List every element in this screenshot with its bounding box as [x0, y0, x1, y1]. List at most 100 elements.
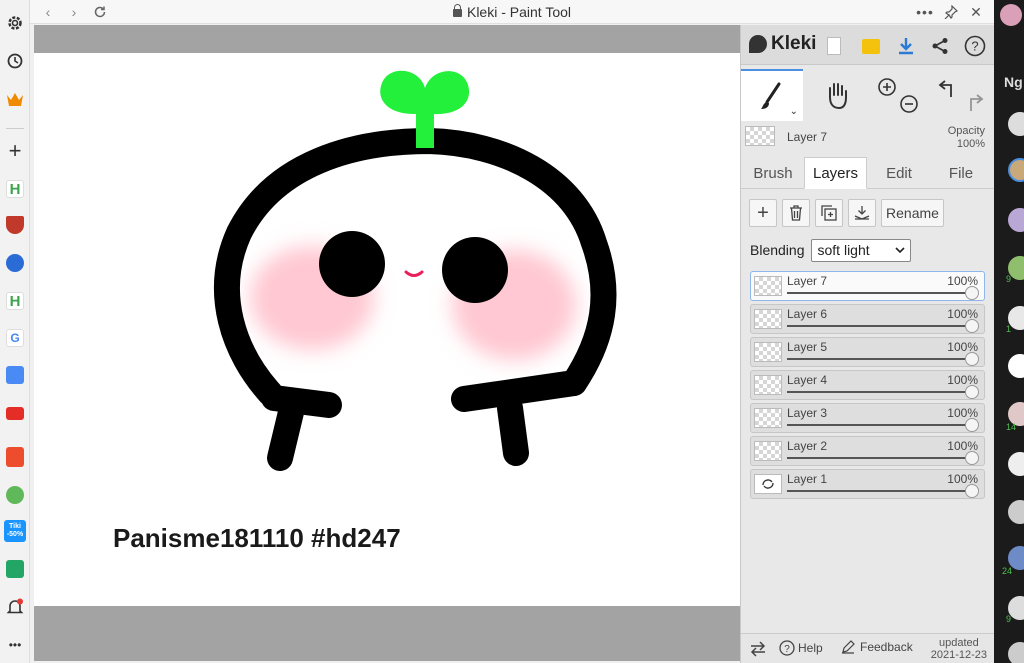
shield-app-icon[interactable]	[4, 214, 26, 236]
blending-select[interactable]: soft light	[810, 238, 911, 262]
zoom-in-icon[interactable]	[878, 78, 896, 96]
opacity-slider-handle[interactable]	[965, 352, 979, 366]
avatar[interactable]	[1000, 4, 1022, 26]
opacity-slider-track[interactable]	[787, 325, 970, 327]
side-app-strip: Ng 9 1 14 24 9	[994, 0, 1024, 663]
canvas-area[interactable]: Panisme181110 #hd247	[34, 25, 740, 661]
layer-item[interactable]: Layer 4 100%	[750, 370, 985, 400]
duplicate-icon	[821, 205, 837, 221]
layer-name: Layer 5	[787, 340, 828, 354]
tab-brush[interactable]: Brush	[745, 157, 801, 189]
help-button[interactable]: ? Help	[779, 640, 823, 656]
hand-tool[interactable]	[807, 69, 867, 121]
layer-name: Layer 6	[787, 307, 828, 321]
avatar[interactable]	[1008, 452, 1024, 476]
opacity-slider-track[interactable]	[787, 391, 970, 393]
add-layer-button[interactable]: +	[749, 199, 777, 227]
youtube-icon[interactable]	[4, 402, 26, 424]
layer-item[interactable]: Layer 7 100%	[750, 271, 985, 301]
layer-item[interactable]: Layer 2 100%	[750, 436, 985, 466]
opacity-slider-handle[interactable]	[965, 286, 979, 300]
avatar[interactable]	[1008, 208, 1024, 232]
bell-icon[interactable]	[4, 596, 26, 618]
trash-icon	[790, 205, 802, 221]
translate-icon[interactable]	[4, 364, 26, 386]
help-icon[interactable]: ?	[962, 33, 988, 59]
download-icon[interactable]	[893, 33, 919, 59]
brush-tool[interactable]: ⌄	[741, 69, 803, 121]
h-app-icon[interactable]: H	[4, 290, 26, 312]
more-options-icon[interactable]: •••	[915, 2, 935, 22]
share-icon[interactable]	[927, 33, 953, 59]
kleki-app-icon[interactable]	[4, 252, 26, 274]
add-icon[interactable]: +	[4, 138, 26, 163]
layer-name: Layer 4	[787, 373, 828, 387]
layer-item[interactable]: Layer 1 100%	[750, 469, 985, 499]
redo-icon[interactable]	[970, 94, 984, 111]
rename-layer-button[interactable]: Rename	[881, 199, 944, 227]
settings-icon[interactable]	[4, 12, 26, 34]
pin-icon[interactable]	[941, 2, 961, 22]
kleki-logo-text: Kleki	[771, 33, 817, 54]
avatar[interactable]	[1008, 112, 1024, 136]
layer-item[interactable]: Layer 6 100%	[750, 304, 985, 334]
tab-file[interactable]: File	[933, 157, 989, 189]
new-image-icon[interactable]	[821, 33, 847, 59]
drawing-canvas[interactable]: Panisme181110 #hd247	[34, 53, 740, 606]
open-folder-icon[interactable]	[858, 33, 884, 59]
opacity-slider-track[interactable]	[787, 292, 970, 294]
layer-name: Layer 7	[787, 274, 828, 288]
close-icon[interactable]: ✕	[966, 2, 986, 22]
opacity-slider-track[interactable]	[787, 457, 970, 459]
sheets-icon[interactable]	[4, 558, 26, 580]
layer-thumbnail	[754, 474, 782, 494]
opacity-slider-track[interactable]	[787, 490, 970, 492]
lock-icon	[452, 4, 462, 17]
layer-item[interactable]: Layer 5 100%	[750, 337, 985, 367]
avatar[interactable]	[1008, 500, 1024, 524]
opacity-slider-handle[interactable]	[965, 319, 979, 333]
opacity-slider-handle[interactable]	[965, 451, 979, 465]
opacity-slider-handle[interactable]	[965, 484, 979, 498]
layer-list: Layer 7 100% Layer 6 100% Layer 5 100% L…	[750, 271, 985, 502]
opacity-slider-handle[interactable]	[965, 418, 979, 432]
unread-badge: 9	[1006, 274, 1012, 284]
chevron-down-icon[interactable]: ⌄	[790, 106, 798, 117]
current-layer-name: Layer 7	[787, 130, 828, 144]
swap-icon[interactable]	[749, 641, 767, 657]
google-icon[interactable]: G	[4, 327, 26, 349]
shopee-icon[interactable]	[4, 446, 26, 468]
tiki-icon[interactable]: Tiki -50%	[4, 520, 26, 542]
opacity-slider-track[interactable]	[787, 424, 970, 426]
more-icon[interactable]: •••	[4, 634, 26, 656]
tab-edit[interactable]: Edit	[871, 157, 927, 189]
opacity-readout: Opacity 100%	[948, 125, 985, 151]
hand-icon	[829, 83, 847, 110]
current-layer-info: Layer 7 Opacity 100%	[741, 122, 995, 154]
kleki-logo: Kleki	[749, 33, 816, 55]
opacity-slider-track[interactable]	[787, 358, 970, 360]
feedback-button[interactable]: Feedback	[841, 640, 913, 654]
left-eye	[319, 231, 385, 297]
tool-panel: Kleki ? ⌄ Layer 7 Opacity 100% Brush Lay…	[740, 25, 995, 663]
avatar[interactable]	[1008, 354, 1024, 378]
updated-info: updated 2021-12-23	[931, 637, 987, 661]
layer-thumbnail	[754, 309, 782, 329]
unread-badge: 14	[1006, 422, 1017, 432]
duplicate-layer-button[interactable]	[815, 199, 843, 227]
layer-item[interactable]: Layer 3 100%	[750, 403, 985, 433]
avatar[interactable]	[1008, 158, 1024, 182]
merge-layer-button[interactable]	[848, 199, 876, 227]
opacity-slider-handle[interactable]	[965, 385, 979, 399]
svg-text:?: ?	[971, 39, 978, 54]
maps-icon[interactable]	[4, 484, 26, 506]
layer-name: Layer 1	[787, 472, 828, 486]
tab-layers[interactable]: Layers	[804, 157, 867, 189]
delete-layer-button[interactable]	[782, 199, 810, 227]
h-app-icon[interactable]: H	[4, 178, 26, 200]
undo-icon[interactable]	[938, 80, 952, 97]
history-icon[interactable]	[4, 50, 26, 72]
zoom-out-icon[interactable]	[900, 95, 918, 113]
avatar[interactable]	[1008, 642, 1024, 663]
crown-icon[interactable]	[4, 88, 26, 110]
